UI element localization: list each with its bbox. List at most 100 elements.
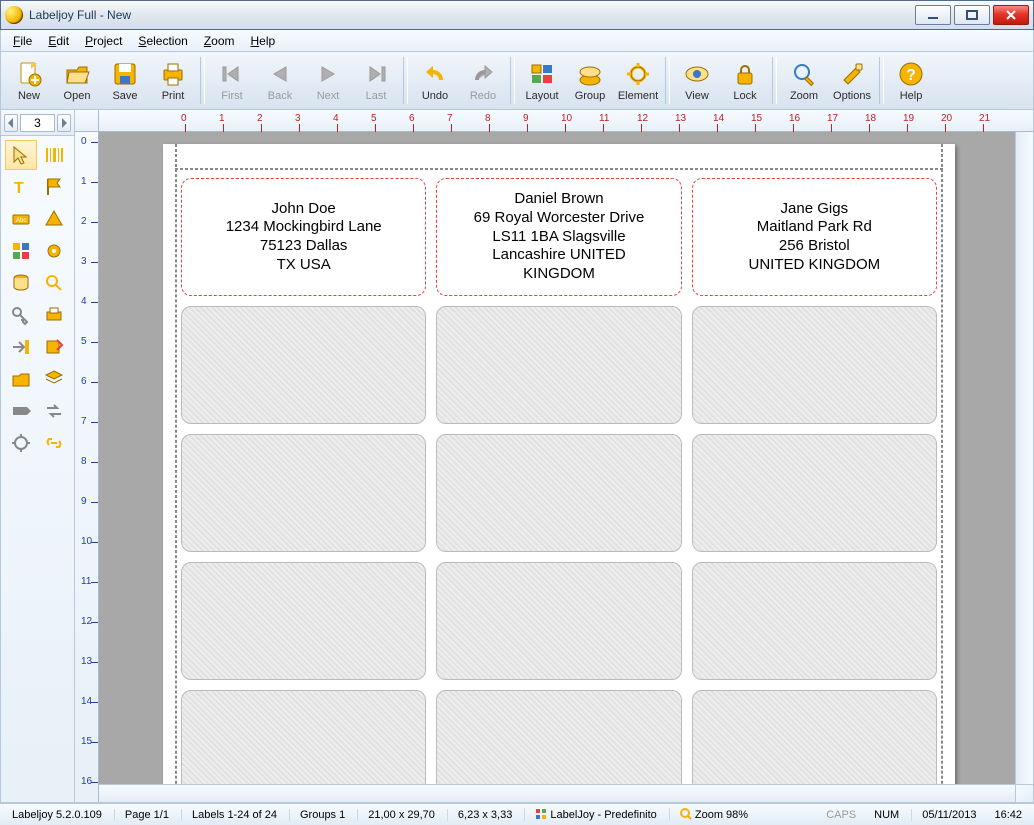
redo-button[interactable]: Redo <box>459 52 507 109</box>
page-prev-button[interactable] <box>4 114 18 132</box>
open-icon <box>63 60 91 88</box>
label-empty[interactable] <box>692 306 937 424</box>
layout-button[interactable]: Layout <box>518 52 566 109</box>
undo-button[interactable]: Undo <box>411 52 459 109</box>
vruler-tick: 0 <box>81 136 87 147</box>
tool-textbox[interactable]: Abc <box>5 204 37 234</box>
hruler-tick: 11 <box>599 113 609 124</box>
save-icon <box>111 60 139 88</box>
tool-find[interactable] <box>39 268 71 298</box>
back-button[interactable]: Back <box>256 52 304 109</box>
svg-text:Abc: Abc <box>16 218 26 224</box>
label-active[interactable]: Jane GigsMaitland Park Rd256 BristolUNIT… <box>692 178 937 296</box>
label-empty[interactable] <box>436 434 681 552</box>
element-label: Element <box>618 90 658 102</box>
last-icon <box>362 60 390 88</box>
element-button[interactable]: Element <box>614 52 662 109</box>
label-empty[interactable] <box>436 690 681 784</box>
hruler-tick: 8 <box>485 113 491 124</box>
vertical-ruler: 012345678910111213141516 <box>75 132 99 802</box>
hruler-tick: 21 <box>979 113 990 124</box>
help-button[interactable]: ? Help <box>887 52 935 109</box>
svg-text:T: T <box>14 180 24 197</box>
label-active[interactable]: John Doe1234 Mockingbird Lane75123 Dalla… <box>181 178 426 296</box>
tool-delete[interactable] <box>39 332 71 362</box>
tool-swap[interactable] <box>39 396 71 426</box>
menu-file[interactable]: File <box>5 32 40 50</box>
status-zoom[interactable]: Zoom 98% <box>669 808 754 821</box>
hruler-tick: 18 <box>865 113 876 124</box>
tool-pointer[interactable] <box>5 140 37 170</box>
menu-edit[interactable]: Edit <box>40 32 77 50</box>
maximize-button[interactable] <box>954 5 990 25</box>
main-toolbar: New Open Save Print First Back Next Last… <box>0 52 1034 110</box>
label-empty[interactable] <box>436 306 681 424</box>
open-button[interactable]: Open <box>53 52 101 109</box>
label-empty[interactable] <box>181 690 426 784</box>
new-icon <box>15 60 43 88</box>
label-empty[interactable] <box>436 562 681 680</box>
tool-text[interactable]: T <box>5 172 37 202</box>
new-button[interactable]: New <box>5 52 53 109</box>
status-time: 16:42 <box>988 809 1028 821</box>
tool-layers[interactable] <box>39 364 71 394</box>
page-next-button[interactable] <box>57 114 71 132</box>
vruler-tick: 11 <box>81 576 91 587</box>
tool-palette: T Abc <box>1 136 74 802</box>
window-title: Labeljoy Full - New <box>29 8 131 22</box>
element-icon <box>624 60 652 88</box>
save-button[interactable]: Save <box>101 52 149 109</box>
page-navigator: 3 <box>1 110 74 136</box>
label-empty[interactable] <box>692 690 937 784</box>
lock-label: Lock <box>733 90 756 102</box>
horizontal-scrollbar[interactable] <box>99 784 1015 802</box>
tool-shape[interactable] <box>39 204 71 234</box>
save-label: Save <box>112 90 137 102</box>
tool-link[interactable] <box>39 428 71 458</box>
tool-flag[interactable] <box>39 172 71 202</box>
hruler-tick: 12 <box>637 113 648 124</box>
view-label: View <box>685 90 709 102</box>
status-bar: Labeljoy 5.2.0.109 Page 1/1 Labels 1-24 … <box>0 803 1034 825</box>
tool-folder[interactable] <box>5 364 37 394</box>
tool-arrow-in[interactable] <box>5 332 37 362</box>
menu-selection[interactable]: Selection <box>130 32 195 50</box>
view-button[interactable]: View <box>673 52 721 109</box>
tool-gear[interactable] <box>39 236 71 266</box>
status-template-text: LabelJoy - Predefinito <box>550 809 656 821</box>
tool-target[interactable] <box>5 428 37 458</box>
page-number-field[interactable]: 3 <box>20 114 55 132</box>
tool-label-flag[interactable] <box>5 396 37 426</box>
design-canvas[interactable]: John Doe1234 Mockingbird Lane75123 Dalla… <box>99 132 1015 784</box>
zoom-button[interactable]: Zoom <box>780 52 828 109</box>
next-button[interactable]: Next <box>304 52 352 109</box>
vruler-tick: 7 <box>81 416 87 427</box>
menu-help[interactable]: Help <box>243 32 284 50</box>
zoom-label: Zoom <box>790 90 818 102</box>
tool-database[interactable] <box>5 268 37 298</box>
status-date: 05/11/2013 <box>911 809 982 821</box>
label-active[interactable]: Daniel Brown69 Royal Worcester DriveLS11… <box>436 178 681 296</box>
tool-grid[interactable] <box>5 236 37 266</box>
print-button[interactable]: Print <box>149 52 197 109</box>
tool-print-small[interactable] <box>39 300 71 330</box>
hruler-tick: 10 <box>561 113 572 124</box>
tool-barcode[interactable] <box>39 140 71 170</box>
lock-button[interactable]: Lock <box>721 52 769 109</box>
label-empty[interactable] <box>181 306 426 424</box>
vertical-scrollbar[interactable] <box>1015 132 1033 784</box>
minimize-button[interactable] <box>915 5 951 25</box>
label-empty[interactable] <box>181 562 426 680</box>
tool-key[interactable] <box>5 300 37 330</box>
menu-project[interactable]: Project <box>77 32 130 50</box>
last-button[interactable]: Last <box>352 52 400 109</box>
first-button[interactable]: First <box>208 52 256 109</box>
options-button[interactable]: Options <box>828 52 876 109</box>
label-empty[interactable] <box>692 434 937 552</box>
label-text: John Doe1234 Mockingbird Lane75123 Dalla… <box>226 200 382 275</box>
menu-zoom[interactable]: Zoom <box>196 32 243 50</box>
group-button[interactable]: Group <box>566 52 614 109</box>
label-empty[interactable] <box>181 434 426 552</box>
close-button[interactable] <box>993 5 1029 25</box>
label-empty[interactable] <box>692 562 937 680</box>
